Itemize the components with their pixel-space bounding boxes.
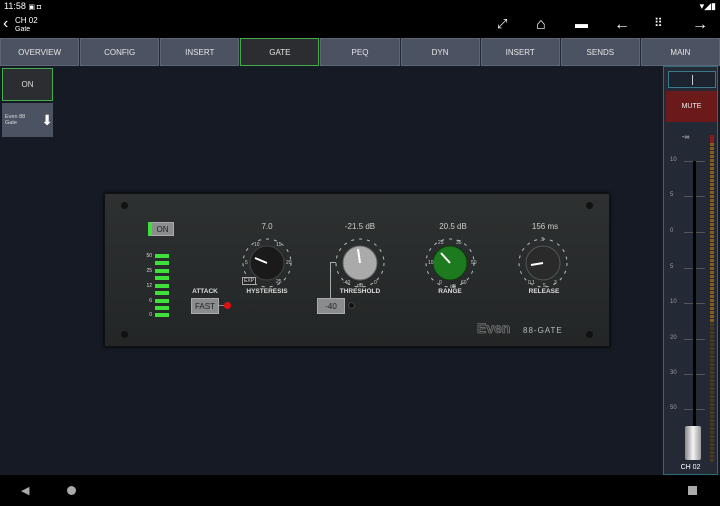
fader-track [693,161,696,431]
preset-button[interactable]: Even 88 Gate ⬇ [2,103,53,137]
meter-label: 12 [146,283,152,289]
threshold-label: THRESHOLD [339,288,381,295]
range-value: 20.5 dB [439,222,467,231]
page-subtitle: Gate [15,26,31,33]
nav-home-icon[interactable] [67,486,76,495]
meter-led [155,269,169,273]
tick-label: 0 [374,280,377,286]
header: ‹ CH 02 Gate ⤢ ⌂ ▬ ← ⠿ → [0,13,720,38]
tick-label: 15 [276,242,282,248]
scale-label: 5 [670,192,674,198]
brand-logo: Even [477,320,511,337]
channel-strip-name: CH 02 [680,464,701,471]
keypad-icon[interactable]: ⠿ [654,16,663,30]
scale-label: 10 [670,157,677,163]
status-bar: 11:58 ▣ ◘ ▾◢▮ [0,0,720,13]
plugin-on-button[interactable]: ON [148,222,174,236]
screw-icon [121,202,128,209]
exp-badge: EXP [242,277,257,285]
tab-insert[interactable]: INSERT [160,38,240,66]
attack-label: ATTACK [192,288,218,295]
download-arrow-icon: ⬇ [41,111,53,128]
nav-recents-icon[interactable] [688,486,697,495]
tick-label: 25 [276,279,282,285]
meter-led [155,313,169,317]
arrow-left-icon[interactable]: ← [614,16,630,34]
tick-label: 0.1 [528,280,535,286]
channel-name: CH 02 [15,16,38,25]
home-icon[interactable]: ⌂ [536,16,546,34]
meter-led [155,276,169,280]
android-nav-bar: ◀ [0,475,720,506]
attack-button[interactable]: FAST [191,298,219,314]
scale-label: 50 [670,405,677,411]
screw-icon [121,331,128,338]
level-meter [710,135,714,463]
scale-label: 20 [670,335,677,341]
meter-label: 50 [146,253,152,259]
meter-led [155,254,169,258]
tick-label: 10 [428,260,434,266]
scale-label: 5 [670,264,674,270]
scale-label: 0 [670,228,674,234]
release-label: RELEASE [528,288,560,295]
scale-label: 30 [670,370,677,376]
range-label: RANGE [438,288,462,295]
tab-sends[interactable]: SENDS [560,38,640,66]
threshold-range-button[interactable]: -40 [317,298,345,314]
tick-label: 3 [554,280,557,286]
meter-label: 25 [146,268,152,274]
tick-label: 5 [245,260,248,266]
meter-led [155,291,169,295]
arrow-right-icon[interactable]: → [692,16,708,34]
meter-label: 0 [149,312,152,318]
clock: 11:58 [4,1,26,11]
meter-label: 6 [149,298,152,304]
model-name: 88-GATE [523,326,563,335]
tab-gate[interactable]: GATE [240,38,320,66]
level-readout: -∞ [682,134,690,141]
meter-led [155,299,169,303]
channel-strip: MUTE -∞ 10 5 0 5 10 20 30 50 CH 02 [663,66,718,475]
tab-dyn[interactable]: DYN [400,38,480,66]
scale-label: 10 [670,299,677,305]
meter-led [155,306,169,310]
tab-bar: OVERVIEW CONFIG INSERT GATE PEQ DYN INSE… [0,38,720,66]
tick-label: 60 [461,280,467,286]
tick-label: 50 [471,260,477,266]
tab-insert-2[interactable]: INSERT [480,38,560,66]
hysteresis-label: HYSTERESIS [246,288,288,295]
fullscreen-icon[interactable]: ⤢ [497,16,507,32]
folder-icon[interactable]: ▬ [575,16,588,31]
tab-overview[interactable]: OVERVIEW [0,38,80,66]
tick-label: 20 [286,260,292,266]
tick-label: 35 [456,240,462,246]
meter-led [155,284,169,288]
tick-label: 0 [439,280,442,286]
tick-label: 10 [254,242,260,248]
tab-main[interactable]: MAIN [640,38,720,66]
hysteresis-value: 7.0 [261,222,273,231]
gate-on-button[interactable]: ON [2,68,53,101]
tick-label: 25 [438,240,444,246]
tab-peq[interactable]: PEQ [320,38,400,66]
meter-led [155,261,169,265]
threshold-value: -21.5 dB [344,222,376,231]
fader-handle[interactable] [685,426,701,460]
release-value: 156 ms [531,222,559,231]
mute-button[interactable]: MUTE [666,91,717,122]
tick-label: -40 [343,280,351,286]
tab-config[interactable]: CONFIG [80,38,160,66]
threshold-led [348,302,355,309]
tick-label: .5 [540,237,545,243]
back-icon[interactable]: ‹ [3,15,8,33]
attack-led [224,302,231,309]
pan-control[interactable] [668,71,716,88]
preset-label: Even 88 Gate [5,114,26,126]
screw-icon [586,331,593,338]
nav-back-icon[interactable]: ◀ [21,484,29,497]
screw-icon [586,202,593,209]
